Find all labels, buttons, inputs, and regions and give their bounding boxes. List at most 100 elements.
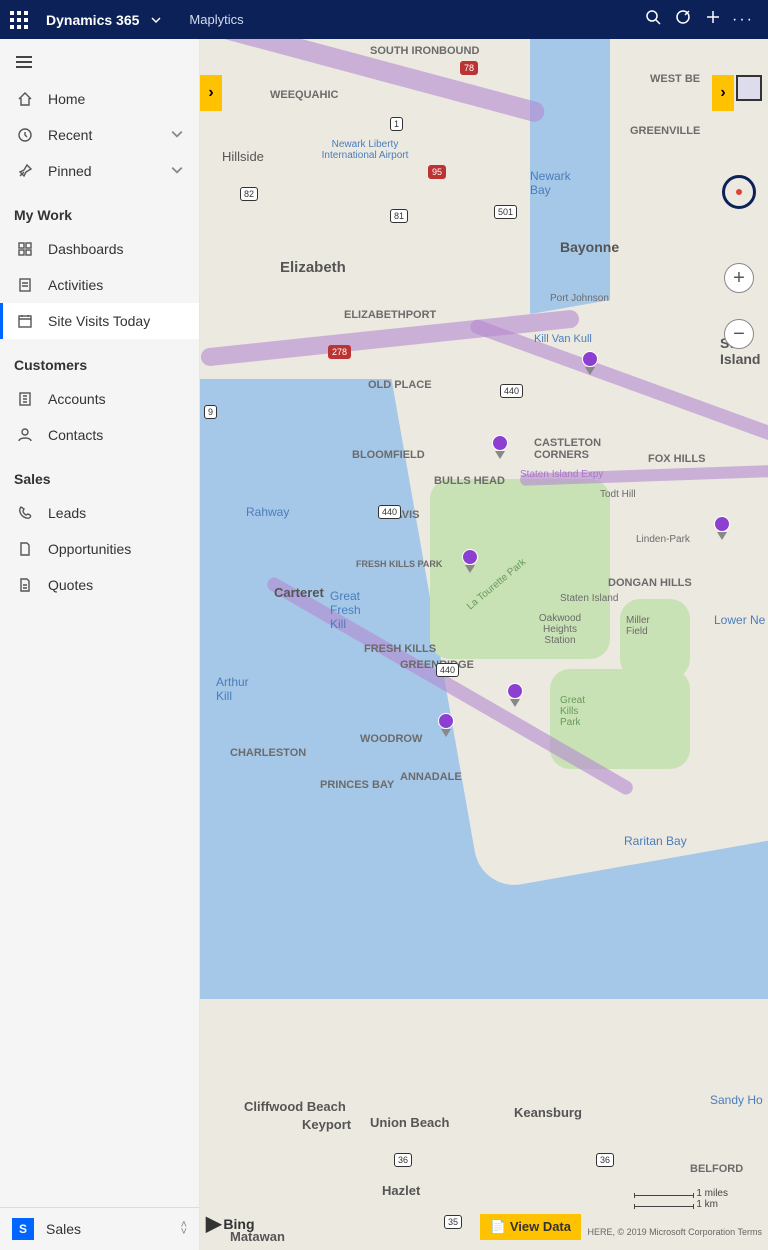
route-shield: 78 [460,61,478,75]
section-sales: Sales [0,453,199,495]
building-icon [16,390,34,408]
updown-icon: ˄˅ [181,1222,187,1236]
nav-opportunities[interactable]: Opportunities [0,531,199,567]
add-icon[interactable] [698,9,728,30]
map-pin[interactable] [714,516,732,534]
map-label: Oakwood Heights Station [530,613,590,646]
search-icon[interactable] [638,9,668,30]
map-label: Newark Liberty International Airport [320,139,410,161]
map-label: Todt Hill [600,489,636,500]
pin-icon [16,162,34,180]
sidebar-footer[interactable]: S Sales ˄˅ [0,1207,199,1250]
nav-label: Recent [48,127,92,143]
map-label: WOODROW [360,733,422,745]
map-scale: 1 miles 1 km [634,1188,728,1210]
nav-label: Home [48,91,85,107]
nav-pinned[interactable]: Pinned [0,153,199,189]
map-label: Raritan Bay [624,834,687,848]
nav-contacts[interactable]: Contacts [0,417,199,453]
section-mywork: My Work [0,189,199,231]
nav-recent[interactable]: Recent [0,117,199,153]
map-canvas[interactable]: SOUTH IRONBOUND WEEQUAHIC Hillside Newar… [200,39,768,1250]
chevron-down-icon [171,127,183,143]
map-label: OLD PLACE [368,379,432,391]
map-pin[interactable] [438,713,456,731]
map-label: Bayonne [560,239,619,255]
expand-panel-left-button[interactable]: › [200,75,222,111]
app-launcher-icon[interactable] [10,11,28,29]
target-icon[interactable] [668,9,698,30]
bing-logo: ▶Bing [206,1211,255,1236]
nav-label: Site Visits Today [48,313,150,329]
map-label: ELIZABETHPORT [344,309,436,321]
map-label: WEEQUAHIC [270,89,338,101]
app-name[interactable]: Maplytics [189,12,243,27]
more-icon[interactable]: ··· [728,11,758,29]
route-shield: 35 [444,1215,462,1229]
nav-accounts[interactable]: Accounts [0,381,199,417]
map-label: Sandy Ho [710,1093,763,1107]
sidebar: Home Recent Pinned My Work Dashboards Ac… [0,39,200,1250]
map-label: Carteret [274,585,324,600]
map-label: Great Kills Park [560,695,600,728]
map-label: Hazlet [382,1183,420,1198]
map-label: PRINCES BAY [320,779,394,791]
map-label: WEST BE [650,73,700,85]
map-label: BLOOMFIELD [352,449,425,461]
map-label: Arthur Kill [216,675,256,703]
chevron-down-icon [171,163,183,179]
zoom-out-button[interactable]: − [724,319,754,349]
map-label: Cliffwood Beach [244,1099,346,1114]
nav-activities[interactable]: Activities [0,267,199,303]
route-shield: 1 [390,117,403,131]
map-label: Kill Van Kull [534,333,592,345]
person-icon [16,426,34,444]
map-label: Union Beach [370,1115,449,1130]
map-label: Hillside [222,149,264,164]
view-data-button[interactable]: 📄 View Data [480,1214,581,1240]
map-label: FRESH KILLS [364,643,436,655]
route-shield: 81 [390,209,408,223]
map-label: BULLS HEAD [434,475,505,487]
map-label: FOX HILLS [648,453,705,465]
map-label: Keansburg [514,1105,582,1120]
route-shield: 95 [428,165,446,179]
hamburger-icon[interactable] [0,39,199,81]
map-pin[interactable] [507,683,525,701]
nav-site-visits[interactable]: Site Visits Today [0,303,199,339]
refresh-icon[interactable] [722,175,756,209]
map-layer-button[interactable] [736,75,762,101]
map-label: Keyport [302,1117,351,1132]
route-shield: 36 [596,1153,614,1167]
area-badge: S [12,1218,34,1240]
expand-panel-right-button[interactable]: › [712,75,734,111]
nav-home[interactable]: Home [0,81,199,117]
map-label: Staten Island [560,593,618,604]
nav-dashboards[interactable]: Dashboards [0,231,199,267]
route-shield: 82 [240,187,258,201]
map-label: Lower Ne [714,613,765,627]
nav-label: Pinned [48,163,92,179]
zoom-in-button[interactable]: + [724,263,754,293]
route-shield: 501 [494,205,517,219]
home-icon [16,90,34,108]
brand-name[interactable]: Dynamics 365 [46,12,139,28]
nav-label: Quotes [48,577,93,593]
nav-quotes[interactable]: Quotes [0,567,199,603]
document-icon [16,540,34,558]
map-pin[interactable] [582,351,600,369]
map-label: Rahway [246,505,289,519]
map-pin[interactable] [492,435,510,453]
nav-label: Opportunities [48,541,131,557]
map-label: FRESH KILLS PARK [356,559,442,569]
nav-label: Contacts [48,427,103,443]
map-label: GREENVILLE [630,125,700,137]
route-shield: 278 [328,345,351,359]
map-label: Port Johnson [550,293,609,304]
map-label: Great Fresh Kill [330,589,370,631]
section-customers: Customers [0,339,199,381]
quote-icon [16,576,34,594]
chevron-down-icon[interactable] [151,12,161,28]
nav-leads[interactable]: Leads [0,495,199,531]
map-pin[interactable] [462,549,480,567]
